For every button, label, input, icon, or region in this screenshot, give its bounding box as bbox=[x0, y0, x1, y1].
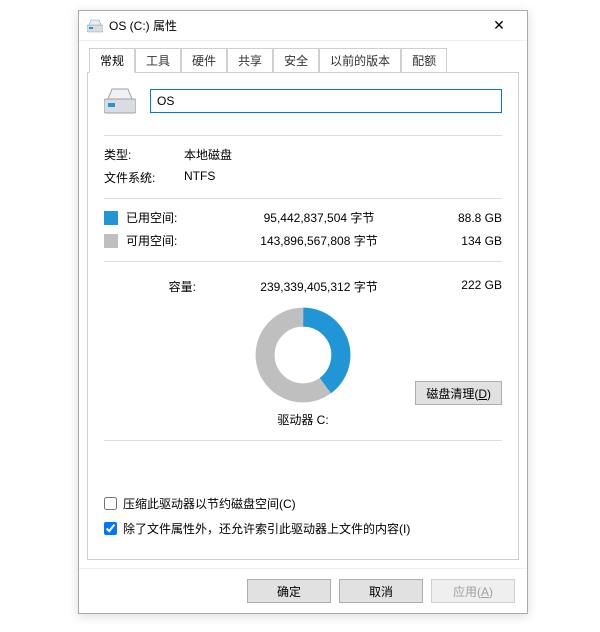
cancel-button[interactable]: 取消 bbox=[339, 579, 423, 603]
free-bytes: 143,896,567,808 字节 bbox=[206, 232, 432, 249]
separator bbox=[104, 198, 502, 199]
apply-label: 应用(A) bbox=[453, 585, 493, 599]
name-row bbox=[104, 87, 502, 115]
titlebar: OS (C:) 属性 ✕ bbox=[79, 11, 527, 41]
tab-hardware[interactable]: 硬件 bbox=[181, 48, 227, 73]
properties-dialog: OS (C:) 属性 ✕ 常规 工具 硬件 共享 安全 以前的版本 配额 bbox=[78, 10, 528, 614]
index-checkbox-row[interactable]: 除了文件属性外，还允许索引此驱动器上文件的内容(I) bbox=[104, 520, 502, 537]
compress-label: 压缩此驱动器以节约磁盘空间(C) bbox=[123, 495, 296, 512]
separator bbox=[104, 440, 502, 441]
free-space-row: 可用空间: 143,896,567,808 字节 134 GB bbox=[104, 232, 502, 249]
compress-checkbox-row[interactable]: 压缩此驱动器以节约磁盘空间(C) bbox=[104, 495, 502, 512]
drive-icon bbox=[87, 19, 103, 33]
usage-chart-wrap: 磁盘清理(D) 驱动器 C: bbox=[104, 305, 502, 428]
ok-button[interactable]: 确定 bbox=[247, 579, 331, 603]
tab-previous-versions[interactable]: 以前的版本 bbox=[319, 48, 401, 73]
capacity-label: 容量: bbox=[104, 278, 206, 295]
close-icon: ✕ bbox=[493, 17, 505, 34]
free-label: 可用空间: bbox=[126, 232, 206, 249]
separator bbox=[104, 135, 502, 136]
capacity-bytes: 239,339,405,312 字节 bbox=[206, 278, 432, 295]
tabstrip: 常规 工具 硬件 共享 安全 以前的版本 配额 bbox=[87, 48, 519, 73]
free-gb: 134 GB bbox=[432, 234, 502, 248]
index-checkbox[interactable] bbox=[104, 522, 117, 535]
capacity-row: 容量: 239,339,405,312 字节 222 GB bbox=[104, 278, 502, 295]
tab-quota[interactable]: 配额 bbox=[401, 48, 447, 73]
type-row: 类型: 本地磁盘 bbox=[104, 146, 502, 163]
close-button[interactable]: ✕ bbox=[479, 12, 519, 40]
disk-cleanup-label: 磁盘清理(D) bbox=[426, 387, 491, 401]
disk-cleanup-button[interactable]: 磁盘清理(D) bbox=[415, 381, 502, 405]
used-label: 已用空间: bbox=[126, 209, 206, 226]
index-label: 除了文件属性外，还允许索引此驱动器上文件的内容(I) bbox=[123, 520, 410, 537]
compress-checkbox[interactable] bbox=[104, 497, 117, 510]
usage-chart-row: 磁盘清理(D) bbox=[104, 305, 502, 405]
apply-button[interactable]: 应用(A) bbox=[431, 579, 515, 603]
used-bytes: 95,442,837,504 字节 bbox=[206, 209, 432, 226]
separator bbox=[104, 261, 502, 262]
filesystem-row: 文件系统: NTFS bbox=[104, 169, 502, 186]
button-bar: 确定 取消 应用(A) bbox=[79, 568, 527, 613]
free-swatch bbox=[104, 234, 118, 248]
used-swatch bbox=[104, 211, 118, 225]
tab-security[interactable]: 安全 bbox=[273, 48, 319, 73]
type-value: 本地磁盘 bbox=[184, 146, 232, 163]
usage-donut-chart bbox=[253, 305, 353, 405]
filesystem-value: NTFS bbox=[184, 169, 215, 186]
window-title: OS (C:) 属性 bbox=[109, 17, 479, 34]
used-space-row: 已用空间: 95,442,837,504 字节 88.8 GB bbox=[104, 209, 502, 226]
used-gb: 88.8 GB bbox=[432, 211, 502, 225]
content-area: 常规 工具 硬件 共享 安全 以前的版本 配额 类型 bbox=[79, 41, 527, 568]
checks-group: 压缩此驱动器以节约磁盘空间(C) 除了文件属性外，还允许索引此驱动器上文件的内容… bbox=[104, 485, 502, 545]
drive-name-input[interactable] bbox=[150, 89, 502, 113]
capacity-gb: 222 GB bbox=[432, 278, 502, 295]
type-label: 类型: bbox=[104, 146, 184, 163]
drive-caption: 驱动器 C: bbox=[277, 411, 328, 428]
filesystem-label: 文件系统: bbox=[104, 169, 184, 186]
drive-icon-large bbox=[104, 87, 136, 115]
tab-tools[interactable]: 工具 bbox=[135, 48, 181, 73]
tab-sharing[interactable]: 共享 bbox=[227, 48, 273, 73]
general-panel: 类型: 本地磁盘 文件系统: NTFS 已用空间: 95,442,837,504… bbox=[87, 72, 519, 560]
tab-general[interactable]: 常规 bbox=[89, 48, 135, 73]
